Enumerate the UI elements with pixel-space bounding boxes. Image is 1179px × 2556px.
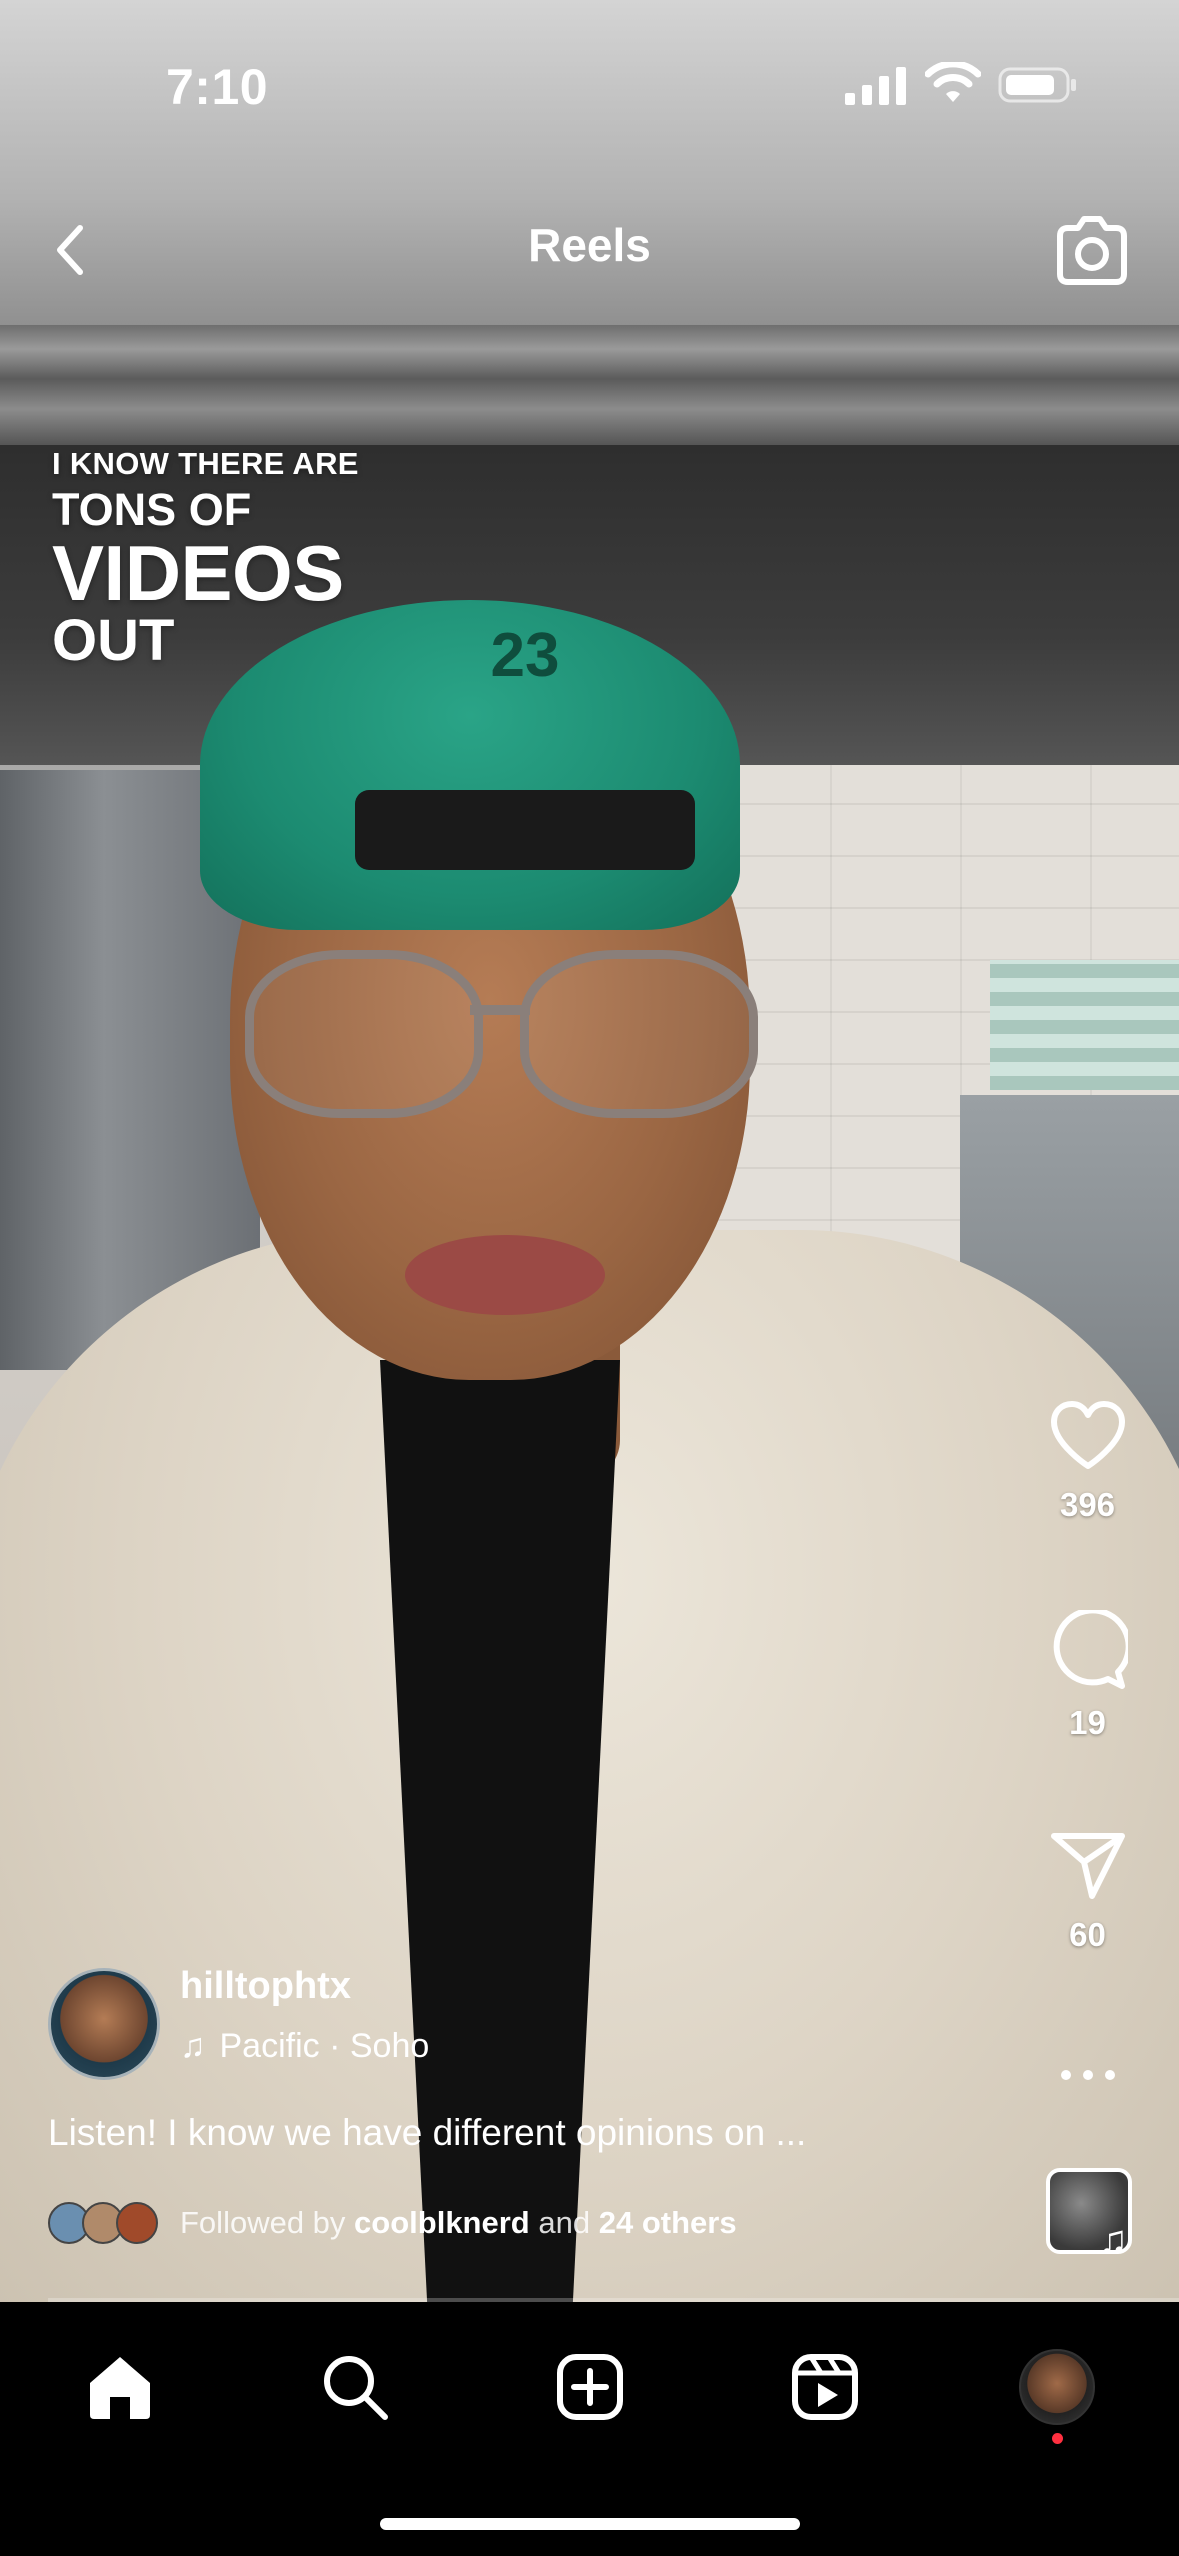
cellular-signal-icon — [845, 67, 906, 105]
create-icon — [557, 2354, 623, 2420]
audio-track[interactable]: ♫ Pacific · Soho — [180, 2027, 429, 2066]
music-note-icon: ♫ — [1098, 2218, 1128, 2262]
tab-home[interactable] — [75, 2342, 165, 2432]
music-note-icon: ♫ — [180, 2027, 206, 2065]
notification-dot — [1052, 2433, 1063, 2444]
search-icon — [324, 2356, 388, 2420]
followed-by-user[interactable]: coolblknerd — [354, 2205, 530, 2240]
like-count: 396 — [1059, 1486, 1116, 1523]
reel-caption[interactable]: Listen! I know we have different opinion… — [48, 2112, 1048, 2154]
comment-count: 19 — [1069, 1704, 1106, 1741]
comment-icon — [1053, 1610, 1128, 1689]
kitchen-hood — [0, 0, 1179, 330]
share-button[interactable]: 60 — [1030, 1830, 1145, 1954]
cap-strap — [355, 790, 695, 870]
status-time: 7:10 — [166, 59, 269, 115]
home-icon — [90, 2357, 150, 2419]
followed-by-others[interactable]: 24 others — [599, 2205, 737, 2240]
cap-number: 23 — [490, 621, 560, 690]
comment-button[interactable]: 19 — [1030, 1610, 1145, 1742]
tab-search[interactable] — [310, 2342, 400, 2432]
glasses-lens-left — [245, 950, 483, 1118]
reel-video[interactable]: 23 — [0, 0, 1179, 2302]
dish-racks — [990, 960, 1179, 1090]
overlay-line-2: TONS OF — [52, 484, 252, 535]
audio-track-label: Pacific · Soho — [219, 2027, 430, 2065]
like-button[interactable]: 396 — [1030, 1400, 1145, 1524]
battery-icon — [998, 67, 1076, 103]
followed-by[interactable]: Followed by coolblknerd and 24 others — [48, 2202, 737, 2244]
glasses-lens-right — [520, 950, 758, 1118]
glasses-bridge — [470, 1005, 530, 1015]
video-overlay-text: I KNOW THERE ARE TONS OF VIDEOS OUT — [52, 448, 359, 670]
more-options-button[interactable] — [1030, 2050, 1145, 2100]
camera-icon[interactable] — [1050, 208, 1134, 292]
home-indicator[interactable] — [380, 2518, 800, 2530]
more-dots-icon — [1060, 2070, 1115, 2080]
overlay-line-4: OUT — [52, 608, 175, 673]
followed-by-prefix: Followed by — [180, 2205, 346, 2240]
hood-rail — [0, 325, 1179, 445]
follower-avatar — [116, 2202, 158, 2244]
tab-create[interactable] — [545, 2342, 635, 2432]
reels-icon — [792, 2354, 858, 2420]
tab-profile[interactable] — [1012, 2342, 1102, 2432]
page-title: Reels — [528, 219, 651, 271]
followed-by-text: Followed by coolblknerd and 24 others — [180, 2205, 737, 2241]
tab-reels[interactable] — [780, 2342, 870, 2432]
overlay-line-3: VIDEOS — [52, 529, 344, 617]
overlay-line-1: I KNOW THERE ARE — [52, 446, 359, 481]
share-count: 60 — [1069, 1916, 1106, 1953]
heart-icon — [1050, 1401, 1125, 1469]
wifi-icon — [925, 62, 981, 102]
person-mouth — [405, 1235, 605, 1315]
author-avatar[interactable] — [48, 1968, 160, 2080]
profile-avatar — [1019, 2349, 1095, 2425]
author-username[interactable]: hilltophtx — [180, 1965, 351, 2008]
followed-by-joiner: and — [538, 2205, 591, 2240]
paper-plane-icon — [1050, 1833, 1125, 1899]
